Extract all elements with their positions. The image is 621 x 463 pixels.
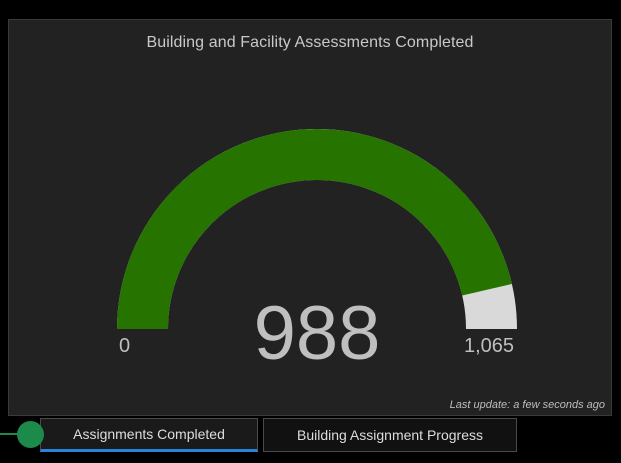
gauge-chart: 988 0 1,065	[117, 129, 517, 376]
last-update-text: Last update: a few seconds ago	[449, 399, 605, 411]
tab-bar: Assignments Completed Building Assignmen…	[0, 416, 621, 463]
gauge-max-label: 1,065	[464, 335, 514, 357]
gauge-value: 988	[254, 291, 381, 376]
tab-building-assignment-progress[interactable]: Building Assignment Progress	[263, 418, 517, 452]
gauge-min-label: 0	[119, 335, 130, 357]
tab-label: Building Assignment Progress	[297, 427, 483, 443]
gauge-panel: Building and Facility Assessments Comple…	[8, 19, 612, 416]
tour-marker-dot[interactable]	[17, 421, 44, 448]
tab-assignments-completed[interactable]: Assignments Completed	[40, 418, 258, 452]
tab-label: Assignments Completed	[73, 426, 225, 442]
